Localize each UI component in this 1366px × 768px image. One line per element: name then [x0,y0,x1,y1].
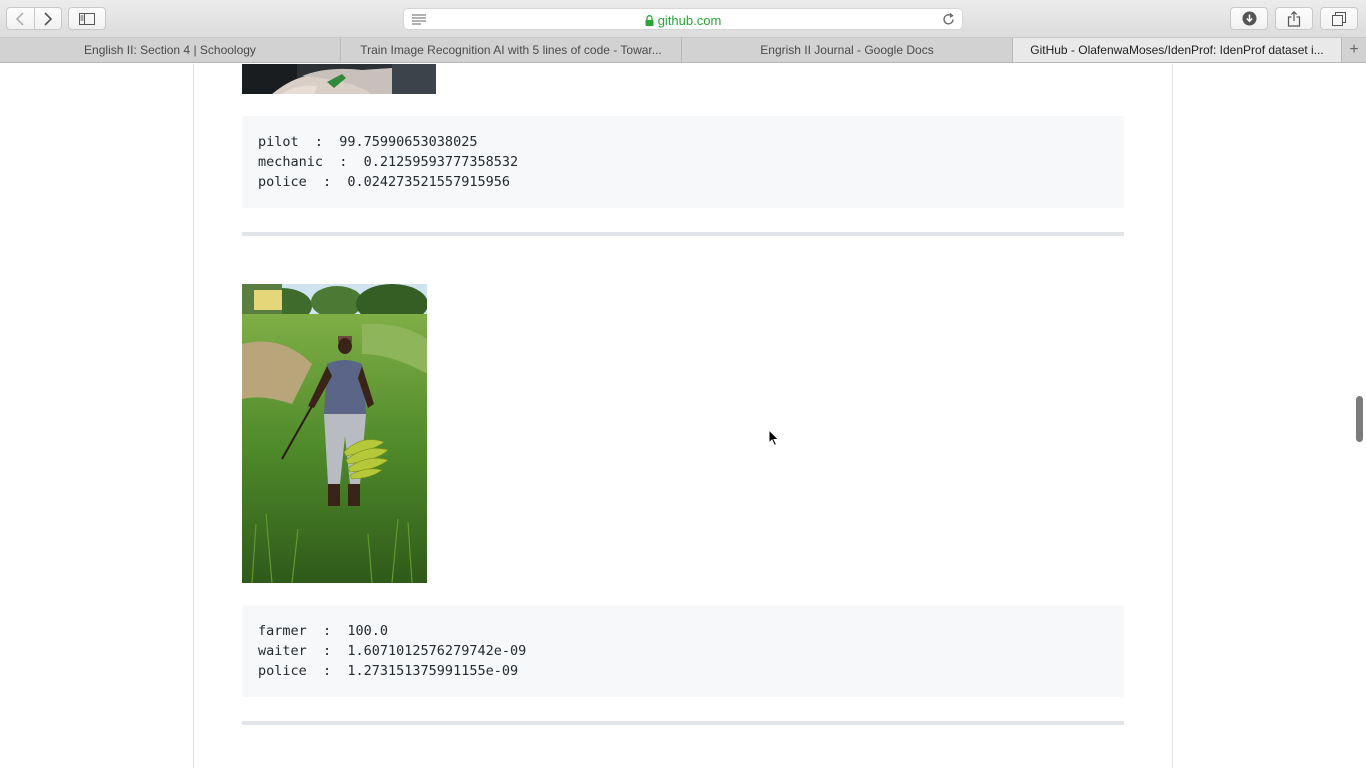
prediction-result-farmer: farmer : 100.0 waiter : 1.60710125762797… [242,605,1124,697]
address-bar[interactable]: github.com [403,8,963,30]
divider [242,721,1124,725]
tab-label: English II: Section 4 | Schoology [84,43,256,57]
nav-buttons [6,7,62,30]
page-content: pilot : 99.75990653038025 mechanic : 0.2… [0,64,1366,768]
plus-icon: + [1349,41,1359,58]
farmer-image [242,284,427,583]
mouse-cursor-icon [768,429,780,447]
readme-container: pilot : 99.75990653038025 mechanic : 0.2… [193,64,1173,768]
show-tabs-button[interactable] [1320,7,1358,30]
downloads-button[interactable] [1230,7,1268,30]
result-line: police : 0.024273521557915956 [258,174,510,190]
vertical-scrollbar[interactable] [1356,396,1363,442]
lock-icon [645,14,654,26]
new-tab-button[interactable]: + [1342,38,1366,62]
browser-toolbar: github.com [0,0,1366,38]
forward-button[interactable] [33,8,61,29]
result-line: mechanic : 0.21259593777358532 [258,154,519,170]
pilot-image [242,64,436,94]
result-line: pilot : 99.75990653038025 [258,134,478,150]
tab-github[interactable]: GitHub - OlafenwaMoses/IdenProf: IdenPro… [1013,38,1342,62]
tabs-icon [1332,11,1346,26]
forward-icon [44,11,53,26]
tab-bar: English II: Section 4 | Schoology Train … [0,38,1366,63]
share-button[interactable] [1275,7,1313,30]
result-line: farmer : 100.0 [258,623,389,639]
result-line: police : 1.273151375991155e-09 [258,663,519,679]
sidebar-button[interactable] [68,7,106,30]
reload-icon[interactable] [942,13,955,26]
tab-label: Train Image Recognition AI with 5 lines … [360,43,662,57]
tab-towards-data-science[interactable]: Train Image Recognition AI with 5 lines … [341,38,682,62]
back-icon [16,11,25,26]
tab-label: Engrish II Journal - Google Docs [760,43,934,57]
tab-schoology[interactable]: English II: Section 4 | Schoology [0,38,341,62]
tab-label: GitHub - OlafenwaMoses/IdenProf: IdenPro… [1030,43,1324,57]
url-text: github.com [657,12,722,28]
result-line: waiter : 1.6071012576279742e-09 [258,643,527,659]
tab-google-docs[interactable]: Engrish II Journal - Google Docs [682,38,1013,62]
divider [242,232,1124,236]
share-icon [1287,10,1301,27]
prediction-result-pilot: pilot : 99.75990653038025 mechanic : 0.2… [242,116,1124,208]
download-icon [1242,11,1256,26]
sidebar-icon [79,12,95,25]
back-button[interactable] [7,8,34,29]
